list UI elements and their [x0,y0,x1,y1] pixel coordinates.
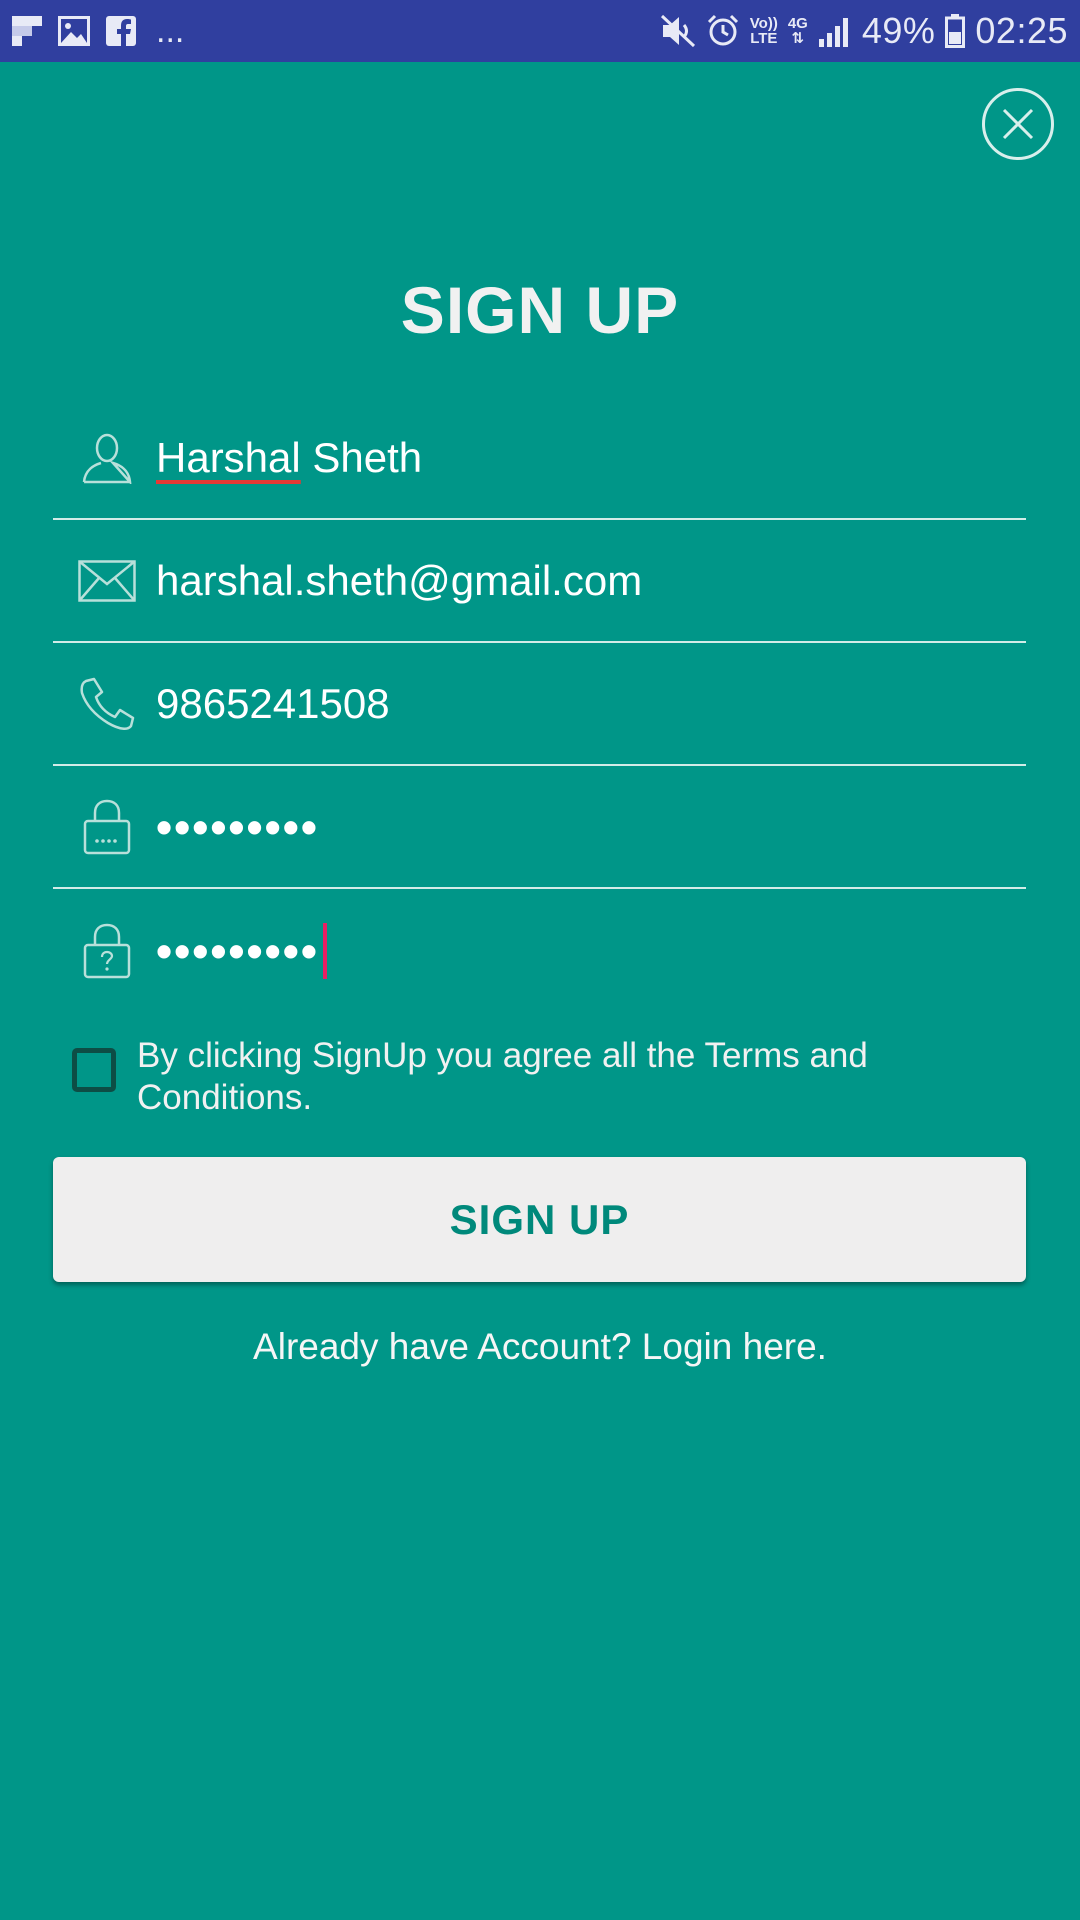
battery-percent: 49% [861,10,936,51]
name-last: Sheth [300,434,423,481]
email-input[interactable]: harshal.sheth@gmail.com [156,521,1006,641]
lock-icon [77,767,137,887]
name-first: Harshal [156,434,301,481]
status-bar-left: ... [12,0,184,62]
flipboard-icon [12,16,42,46]
user-icon [77,398,137,518]
lock-question-icon [77,890,137,1012]
name-field[interactable]: Harshal Sheth [53,398,1026,520]
page-title: SIGN UP [400,273,680,347]
data-arrows-icon: ⇅ [791,30,805,47]
email-field[interactable]: harshal.sheth@gmail.com [53,521,1026,643]
phone-icon [77,644,137,764]
mute-icon [660,14,696,48]
close-icon [1001,107,1035,141]
signup-button[interactable]: SIGN UP [53,1157,1026,1282]
confirm-password-value: ••••••••• [156,925,319,977]
network-type-indicator: 4G ⇅ [787,15,808,47]
alarm-icon [706,14,740,48]
close-button[interactable] [982,88,1054,160]
status-bar: ... Vo)) LTE 4G ⇅ 49% 02:25 [0,0,1080,62]
confirm-password-field[interactable]: ••••••••• [53,890,1026,1012]
name-input[interactable]: Harshal Sheth [156,398,1006,518]
signal-icon [818,15,852,47]
text-cursor [322,923,327,979]
password-input[interactable]: ••••••••• [156,767,1006,887]
volte-indicator: Vo)) LTE [749,15,778,47]
battery-icon [945,14,966,48]
confirm-password-input[interactable]: ••••••••• [156,890,1006,1012]
clock: 02:25 [975,10,1068,51]
password-field[interactable]: ••••••••• [53,767,1026,889]
phone-field[interactable]: 9865241508 [53,644,1026,766]
terms-row: By clicking SignUp you agree all the Ter… [70,1035,1020,1125]
mail-icon [77,521,137,641]
status-bar-right: Vo)) LTE 4G ⇅ 49% 02:25 [660,0,1068,62]
overflow-indicator: ... [156,11,185,50]
image-icon [58,16,90,46]
terms-checkbox[interactable] [72,1048,116,1092]
facebook-icon [106,16,136,46]
terms-text: By clicking SignUp you agree all the Ter… [137,1036,868,1117]
login-link[interactable]: Already have Account? Login here. [0,1326,1080,1368]
phone-input[interactable]: 9865241508 [156,644,1006,764]
